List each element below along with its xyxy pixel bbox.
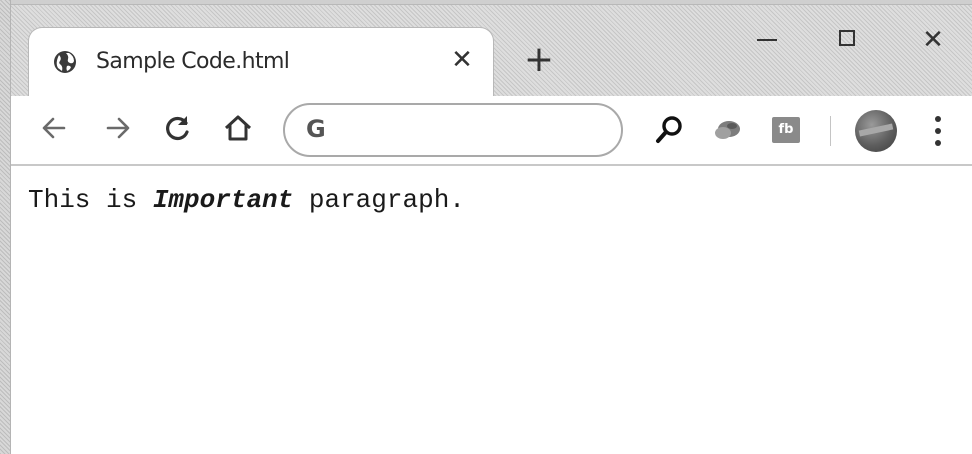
browser-window: Sample Code.html ✕ + ✕ G fb This is Impo…	[0, 0, 972, 454]
avatar[interactable]	[855, 110, 897, 152]
globe-icon	[54, 51, 76, 73]
window-close-button[interactable]: ✕	[913, 22, 953, 58]
toolbar-divider	[830, 116, 831, 146]
paragraph-text-before: This is	[28, 185, 153, 215]
new-tab-button[interactable]: +	[519, 40, 559, 80]
minimize-button[interactable]	[747, 22, 787, 58]
paragraph-text-after: paragraph.	[293, 185, 465, 215]
forward-arrow-icon[interactable]	[100, 110, 136, 146]
reload-icon[interactable]	[160, 110, 196, 146]
more-vert-icon[interactable]	[930, 114, 946, 148]
window-top-edge	[0, 0, 972, 5]
back-arrow-icon[interactable]	[36, 110, 72, 146]
paragraph-emphasis: Important	[152, 185, 294, 215]
window-left-border	[0, 0, 11, 454]
maximize-button[interactable]	[828, 22, 868, 58]
home-icon[interactable]	[220, 110, 256, 146]
maximize-icon	[839, 30, 855, 46]
extension-badge-icon[interactable]: fb	[772, 117, 800, 143]
tab-title: Sample Code.html	[96, 49, 290, 74]
google-search-icon: G	[306, 115, 326, 143]
minimize-icon	[757, 39, 777, 41]
address-bar[interactable]	[283, 103, 623, 157]
extension-icon[interactable]	[710, 112, 746, 148]
paragraph: This is Important paragraph.	[28, 183, 465, 217]
close-icon: ✕	[922, 25, 944, 55]
avatar-detail	[858, 123, 894, 137]
tab-close-button[interactable]: ✕	[446, 44, 478, 76]
search-icon[interactable]	[652, 112, 686, 148]
